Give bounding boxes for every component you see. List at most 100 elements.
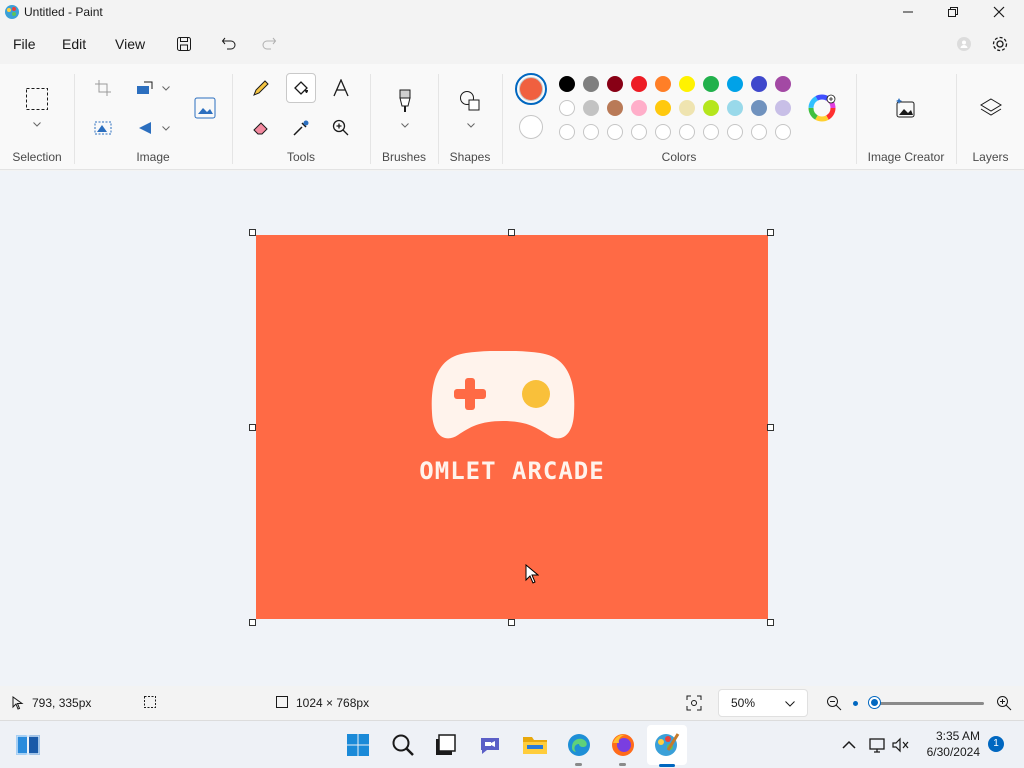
show-hidden-icons-button[interactable] bbox=[835, 731, 863, 759]
brushes-button[interactable] bbox=[390, 86, 420, 116]
account-button[interactable] bbox=[952, 32, 976, 56]
volume-button[interactable] bbox=[887, 731, 915, 759]
layers-button[interactable] bbox=[976, 93, 1006, 123]
custom-color-slot[interactable] bbox=[559, 124, 575, 140]
file-explorer-button[interactable] bbox=[521, 731, 549, 759]
color-picker-tool[interactable] bbox=[286, 113, 316, 143]
ribbon: Selection Image Tools Brushes Shapes Col… bbox=[0, 64, 1024, 170]
crop-button[interactable] bbox=[88, 73, 118, 103]
primary-color-button[interactable] bbox=[515, 73, 547, 105]
clock-date[interactable]: 6/30/2024 bbox=[916, 745, 980, 759]
color-swatch[interactable] bbox=[607, 100, 623, 116]
shapes-button[interactable] bbox=[455, 86, 485, 116]
custom-color-slot[interactable] bbox=[751, 124, 767, 140]
start-button[interactable] bbox=[344, 731, 372, 759]
color-swatch[interactable] bbox=[751, 100, 767, 116]
task-view-icon bbox=[436, 734, 456, 755]
notification-badge[interactable]: 1 bbox=[988, 736, 1004, 752]
custom-color-slot[interactable] bbox=[631, 124, 647, 140]
widgets-button[interactable] bbox=[14, 731, 42, 759]
edge-button[interactable] bbox=[565, 731, 593, 759]
custom-color-slot[interactable] bbox=[727, 124, 743, 140]
resize-dropdown[interactable] bbox=[161, 83, 171, 93]
color-swatch[interactable] bbox=[583, 100, 599, 116]
image-edit-button[interactable] bbox=[190, 93, 220, 123]
selection-tool[interactable] bbox=[22, 84, 52, 114]
custom-color-slot[interactable] bbox=[679, 124, 695, 140]
zoom-select[interactable]: 50% bbox=[718, 689, 808, 717]
color-swatch[interactable] bbox=[775, 76, 791, 92]
menu-file[interactable]: File bbox=[13, 36, 36, 52]
paint-taskbar-button[interactable] bbox=[653, 731, 681, 759]
custom-color-slot[interactable] bbox=[775, 124, 791, 140]
zoom-in-icon[interactable] bbox=[996, 695, 1012, 711]
undo-button[interactable] bbox=[217, 32, 241, 56]
image-creator-button[interactable] bbox=[891, 93, 921, 123]
resize-handle-top[interactable] bbox=[508, 229, 515, 236]
brushes-dropdown[interactable] bbox=[400, 120, 410, 130]
magnifier-tool[interactable] bbox=[326, 113, 356, 143]
rotate-button[interactable] bbox=[130, 113, 160, 143]
color-swatch[interactable] bbox=[559, 100, 575, 116]
color-swatch[interactable] bbox=[703, 76, 719, 92]
color-swatch[interactable] bbox=[751, 76, 767, 92]
resize-button[interactable] bbox=[130, 73, 160, 103]
zoom-slider-thumb[interactable] bbox=[868, 697, 880, 708]
drawing-canvas[interactable]: OMLET ARCADE bbox=[256, 235, 768, 619]
custom-color-slot[interactable] bbox=[655, 124, 671, 140]
resize-handle-right[interactable] bbox=[767, 424, 774, 431]
teams-chat-button[interactable] bbox=[476, 731, 504, 759]
selection-rectangle-icon bbox=[26, 88, 48, 110]
zoom-slider-track[interactable] bbox=[870, 702, 984, 705]
color-swatch[interactable] bbox=[631, 76, 647, 92]
secondary-color-button[interactable] bbox=[519, 115, 543, 139]
custom-color-slot[interactable] bbox=[583, 124, 599, 140]
color-swatch[interactable] bbox=[727, 100, 743, 116]
zoom-out-icon[interactable] bbox=[826, 695, 842, 711]
resize-handle-top-right[interactable] bbox=[767, 229, 774, 236]
color-swatch[interactable] bbox=[703, 100, 719, 116]
close-button[interactable] bbox=[976, 0, 1022, 24]
search-button[interactable] bbox=[389, 731, 417, 759]
color-swatch[interactable] bbox=[583, 76, 599, 92]
fit-to-window-icon[interactable] bbox=[686, 695, 702, 711]
color-swatch[interactable] bbox=[655, 100, 671, 116]
color-swatch[interactable] bbox=[559, 76, 575, 92]
pencil-tool[interactable] bbox=[246, 73, 276, 103]
color-swatch[interactable] bbox=[775, 100, 791, 116]
fill-tool[interactable] bbox=[286, 73, 316, 103]
shapes-dropdown[interactable] bbox=[466, 120, 476, 130]
color-swatch[interactable] bbox=[679, 76, 695, 92]
image-group-label: Image bbox=[136, 150, 170, 164]
custom-color-slot[interactable] bbox=[607, 124, 623, 140]
text-tool[interactable] bbox=[326, 73, 356, 103]
eraser-tool[interactable] bbox=[246, 113, 276, 143]
custom-color-slot[interactable] bbox=[703, 124, 719, 140]
maximize-button[interactable] bbox=[930, 0, 976, 24]
menu-edit[interactable]: Edit bbox=[62, 36, 86, 52]
task-view-button[interactable] bbox=[431, 731, 459, 759]
firefox-button[interactable] bbox=[609, 731, 637, 759]
color-swatch[interactable] bbox=[679, 100, 695, 116]
color-swatch[interactable] bbox=[631, 100, 647, 116]
selection-dropdown[interactable] bbox=[32, 119, 42, 129]
minimize-button[interactable] bbox=[885, 0, 931, 24]
color-swatch[interactable] bbox=[607, 76, 623, 92]
color-swatch[interactable] bbox=[727, 76, 743, 92]
resize-handle-top-left[interactable] bbox=[249, 229, 256, 236]
edit-colors-button[interactable] bbox=[807, 93, 837, 123]
menu-view[interactable]: View bbox=[115, 36, 145, 52]
redo-button[interactable] bbox=[257, 32, 281, 56]
shapes-icon bbox=[460, 91, 480, 111]
color-swatch[interactable] bbox=[655, 76, 671, 92]
resize-handle-bottom-right[interactable] bbox=[767, 619, 774, 626]
resize-handle-bottom-left[interactable] bbox=[249, 619, 256, 626]
rotate-dropdown[interactable] bbox=[161, 123, 171, 133]
remove-background-button[interactable] bbox=[88, 113, 118, 143]
selection-group-label: Selection bbox=[12, 150, 62, 164]
settings-button[interactable] bbox=[988, 32, 1012, 56]
clock-time[interactable]: 3:35 AM bbox=[916, 729, 980, 743]
resize-handle-left[interactable] bbox=[249, 424, 256, 431]
resize-handle-bottom[interactable] bbox=[508, 619, 515, 626]
save-button[interactable] bbox=[172, 32, 196, 56]
